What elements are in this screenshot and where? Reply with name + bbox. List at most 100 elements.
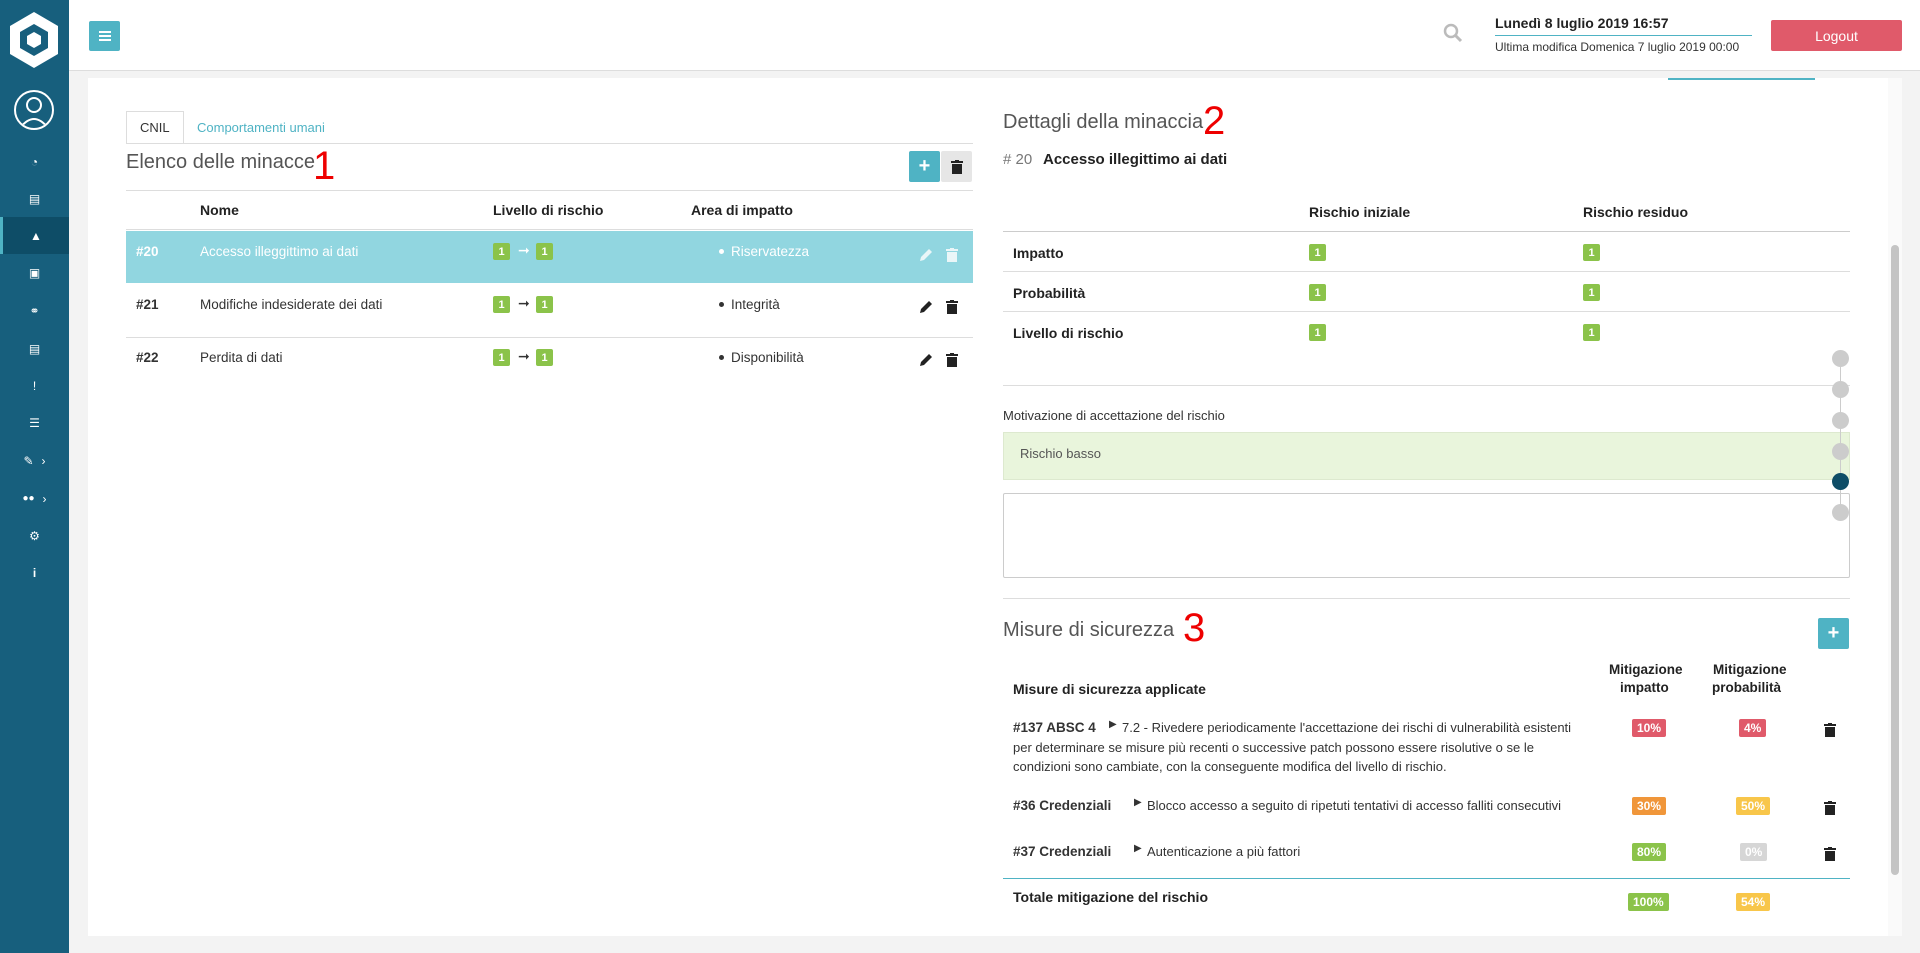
column-header-initial-risk: Rischio iniziale <box>1309 204 1411 220</box>
risk-badge-from: 1 <box>493 349 510 366</box>
section-number-1: 1 <box>313 144 336 188</box>
total-impact-mitigation-badge: 100% <box>1628 893 1669 911</box>
column-header-probability-mitigation-l1: Mitigazione <box>1713 662 1787 677</box>
scrollbar-thumb[interactable] <box>1891 245 1899 875</box>
impact-mitigation-badge: 80% <box>1632 843 1667 861</box>
sidebar-item-files[interactable]: ▣ <box>0 254 69 291</box>
document-icon: ▤ <box>28 191 41 206</box>
stepper-dot[interactable] <box>1832 381 1849 398</box>
sidebar-item-reports[interactable]: ▤ <box>0 330 69 367</box>
column-header-name: Nome <box>200 202 239 218</box>
probability-mitigation-badge: 50% <box>1736 797 1771 815</box>
sidebar-item-dashboard[interactable]: ◔ <box>0 143 69 180</box>
logout-button[interactable]: Logout <box>1771 20 1902 51</box>
row-divider <box>1003 311 1850 312</box>
add-measure-button[interactable]: + <box>1818 618 1849 649</box>
table-divider <box>126 229 973 230</box>
tab-comportamenti-umani[interactable]: Comportamenti umani <box>184 111 338 144</box>
details-title: Dettagli della minaccia <box>1003 111 1204 133</box>
sidebar-item-risks[interactable]: ▲ <box>0 217 69 254</box>
residual-impact-badge: 1 <box>1583 244 1600 261</box>
hamburger-icon <box>98 31 111 41</box>
delete-threats-button[interactable] <box>941 151 972 182</box>
sidebar-item-edit[interactable]: ✎ › <box>0 442 69 479</box>
row-label-probability: Probabilità <box>1013 285 1086 301</box>
probability-mitigation-badge: 4% <box>1739 719 1767 737</box>
impact-area: Disponibilità <box>731 350 804 365</box>
report-icon: ▤ <box>28 341 41 356</box>
add-threat-button[interactable]: + <box>909 151 940 182</box>
risk-badge-from: 1 <box>493 296 510 313</box>
trash-icon[interactable] <box>944 247 960 263</box>
sidebar: ◔ ▤ ▲ ▣ ⚭ ▤ ! ☰ ✎ › ●● › ⚙ i <box>0 0 69 953</box>
trash-icon[interactable] <box>1822 722 1838 738</box>
list-icon: ☰ <box>29 415 40 430</box>
bullet-icon <box>719 355 724 360</box>
topbar: Lunedì 8 luglio 2019 16:57 Ultima modifi… <box>69 0 1920 71</box>
measure-code: #37 Credenziali <box>1013 844 1112 859</box>
edit-icon[interactable] <box>918 247 934 263</box>
impact-mitigation-badge: 30% <box>1632 797 1667 815</box>
caret-right-icon: ▶ <box>1134 797 1142 808</box>
stepper-dot[interactable] <box>1832 504 1849 521</box>
threats-title: Elenco delle minacce <box>126 151 315 173</box>
threat-name[interactable]: Perdita di dati <box>200 350 283 365</box>
detail-threat-id: # 20 <box>1003 151 1033 168</box>
table-divider <box>126 190 973 191</box>
total-mitigation-label: Totale mitigazione del rischio <box>1013 889 1208 905</box>
initial-impact-badge: 1 <box>1309 244 1326 261</box>
edit-icon[interactable] <box>918 352 934 368</box>
acceptance-textarea[interactable] <box>1003 493 1850 578</box>
acceptance-value: Rischio basso <box>1020 446 1101 461</box>
risk-badge-to: 1 <box>536 243 553 260</box>
tab-cnil[interactable]: CNIL <box>126 111 184 144</box>
edit-icon[interactable] <box>918 299 934 315</box>
sidebar-item-agreements[interactable]: ⚭ <box>0 292 69 329</box>
app-logo[interactable] <box>8 10 60 70</box>
threat-name[interactable]: Accesso illeggittimo ai dati <box>200 244 358 259</box>
threat-id: #21 <box>136 297 159 312</box>
sidebar-item-settings[interactable]: ⚙ <box>0 517 69 554</box>
threat-name[interactable]: Modifiche indesiderate dei dati <box>200 297 382 312</box>
impact-mitigation-badge: 10% <box>1632 719 1667 737</box>
sidebar-item-context[interactable]: ▤ <box>0 180 69 217</box>
stepper-dot[interactable] <box>1832 412 1849 429</box>
total-divider <box>1003 878 1850 879</box>
edit-icon: ✎ <box>23 453 34 468</box>
initial-probability-badge: 1 <box>1309 284 1326 301</box>
measure-desc-line: per determinare se misure più recenti o … <box>1013 740 1534 755</box>
acceptance-label: Motivazione di accettazione del rischio <box>1003 408 1225 423</box>
column-header-probability-mitigation-l2: probabilità <box>1712 680 1782 695</box>
menu-toggle-button[interactable] <box>89 21 120 51</box>
sidebar-item-list[interactable]: ☰ <box>0 404 69 441</box>
sidebar-item-info[interactable]: i <box>0 554 69 591</box>
stepper-dot-active[interactable] <box>1832 473 1849 490</box>
impact-area: Riservatezza <box>731 244 810 259</box>
dashboard-icon: ◔ <box>30 154 39 169</box>
info-icon: i <box>32 565 37 580</box>
trash-icon[interactable] <box>1822 800 1838 816</box>
trash-icon[interactable] <box>944 352 960 368</box>
row-divider <box>1003 271 1850 272</box>
residual-probability-badge: 1 <box>1583 284 1600 301</box>
stepper-dot[interactable] <box>1832 443 1849 460</box>
table-divider <box>1003 231 1850 232</box>
warning-icon: ▲ <box>30 228 42 243</box>
stepper-dot[interactable] <box>1832 350 1849 367</box>
measure-code: #36 Credenziali <box>1013 798 1112 813</box>
sidebar-item-users[interactable]: ●● › <box>0 480 69 517</box>
user-avatar[interactable] <box>14 90 54 130</box>
row-label-impact: Impatto <box>1013 245 1064 261</box>
search-icon[interactable] <box>1442 22 1464 44</box>
trash-icon[interactable] <box>944 299 960 315</box>
arrow-right-icon: ➞ <box>518 295 530 311</box>
sidebar-item-alerts[interactable]: ! <box>0 367 69 404</box>
file-icon: ▣ <box>28 265 41 280</box>
arrow-right-icon: ➞ <box>518 348 530 364</box>
residual-risk-level-badge: 1 <box>1583 324 1600 341</box>
column-header-impact-mitigation-l1: Mitigazione <box>1609 662 1683 677</box>
column-header-applied-measures: Misure di sicurezza applicate <box>1013 681 1206 697</box>
acceptance-value-box <box>1003 432 1850 480</box>
trash-icon[interactable] <box>1822 846 1838 862</box>
threat-id: #22 <box>136 350 159 365</box>
